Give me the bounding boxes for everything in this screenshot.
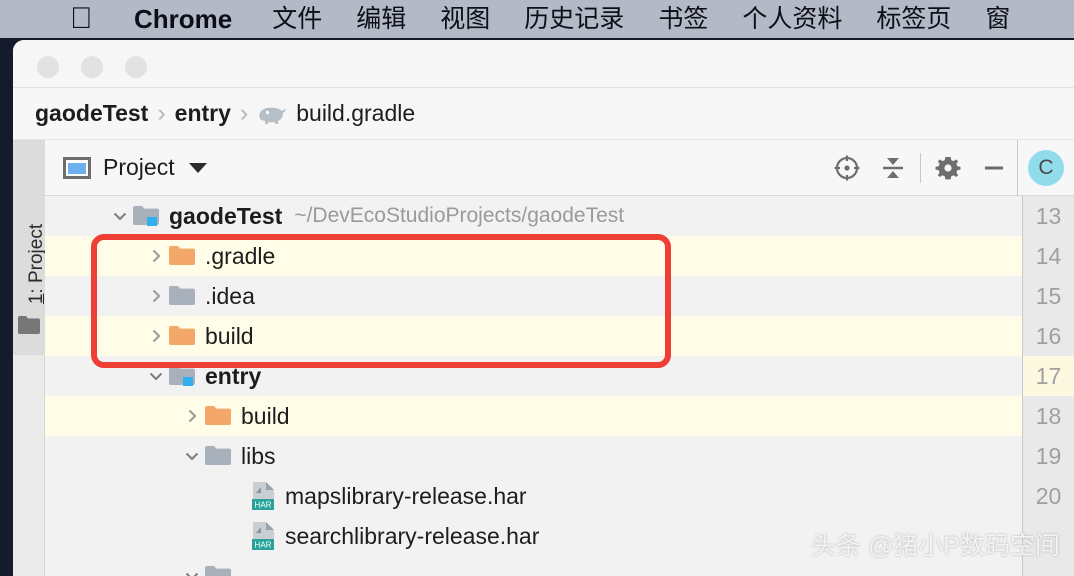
chevron-collapsed-icon[interactable] xyxy=(143,327,169,345)
menu-item-bookmarks[interactable]: 书签 xyxy=(658,0,708,38)
tree-row-path-hint: ~/DevEcoStudioProjects/gaodeTest xyxy=(294,204,625,227)
breadcrumb-item-file[interactable]: build.gradle xyxy=(296,100,415,127)
line-number-current: 17 xyxy=(1023,356,1074,396)
tree-row-label: build xyxy=(241,402,290,429)
settings-gear-icon[interactable] xyxy=(925,140,971,196)
menu-item-profiles[interactable]: 个人资料 xyxy=(742,0,842,38)
tree-row-entry[interactable]: entry xyxy=(45,356,1074,396)
apple-logo-icon[interactable]:  xyxy=(70,2,93,36)
folder-icon xyxy=(205,565,231,576)
line-number: 15 xyxy=(1035,282,1062,309)
tree-row-searchlibrary-har[interactable]: HAR searchlibrary-release.har xyxy=(45,516,1074,556)
tree-row-label: searchlibrary-release.har xyxy=(285,522,540,549)
project-panel: Project C gaodeTest ~/DevEcoStudioProjec… xyxy=(45,140,1074,576)
excluded-folder-icon xyxy=(169,245,195,267)
project-panel-title: Project xyxy=(103,154,175,180)
tree-row-gaodetest[interactable]: gaodeTest ~/DevEcoStudioProjects/gaodeTe… xyxy=(45,196,1074,236)
chevron-expanded-icon[interactable] xyxy=(179,567,205,576)
tree-row-dot-idea[interactable]: .idea xyxy=(45,276,1074,316)
tree-row-label: gaodeTest xyxy=(169,202,283,229)
avatar[interactable]: C xyxy=(1028,150,1064,186)
tree-row-label: .idea xyxy=(205,282,255,309)
tree-row-label: mapslibrary-release.har xyxy=(285,482,527,509)
project-view-selector[interactable]: Project xyxy=(45,154,207,181)
line-number: 19 xyxy=(1035,442,1062,469)
left-tool-strip: 1: Project xyxy=(13,140,47,576)
line-number: 18 xyxy=(1035,402,1062,429)
chevron-down-icon[interactable] xyxy=(188,162,207,173)
line-number: 14 xyxy=(1035,242,1062,269)
folder-icon xyxy=(169,285,195,307)
folder-icon xyxy=(205,445,231,467)
project-tree: gaodeTest ~/DevEcoStudioProjects/gaodeTe… xyxy=(45,196,1074,576)
line-number: 20 xyxy=(1035,482,1062,509)
module-folder-icon xyxy=(169,365,195,387)
menu-item-tabs[interactable]: 标签页 xyxy=(876,0,951,38)
module-folder-icon xyxy=(133,205,159,227)
panel-toolbar-actions: C xyxy=(824,140,1074,196)
tree-row-label: .gradle xyxy=(205,242,276,269)
tree-row-dot-gradle[interactable]: .gradle xyxy=(45,236,1074,276)
maximize-window-button[interactable] xyxy=(125,56,147,78)
menu-item-edit[interactable]: 编辑 xyxy=(356,0,406,38)
chevron-expanded-icon[interactable] xyxy=(107,207,133,225)
chevron-expanded-icon[interactable] xyxy=(143,367,169,385)
hide-panel-icon[interactable] xyxy=(971,140,1017,196)
chevron-collapsed-icon[interactable] xyxy=(143,287,169,305)
tree-row-label: build xyxy=(205,322,254,349)
window-title-bar xyxy=(13,40,1074,88)
collapse-all-icon[interactable] xyxy=(870,140,916,196)
macos-menu-bar:  Chrome 文件 编辑 视图 历史记录 书签 个人资料 标签页 窗 xyxy=(0,0,1074,38)
project-view-icon xyxy=(63,156,91,179)
line-number: 13 xyxy=(1035,202,1062,229)
folder-icon[interactable] xyxy=(18,316,40,339)
window-body: 1: Project Project C gaodeTest ~/DevEcoS… xyxy=(13,140,1074,576)
tree-row-libs[interactable]: libs xyxy=(45,436,1074,476)
ide-window: gaodeTest › entry › build.gradle 1: Proj… xyxy=(13,40,1074,576)
editor-gutter: 13 14 15 16 17 18 19 20 xyxy=(1022,196,1074,576)
chevron-collapsed-icon[interactable] xyxy=(143,247,169,265)
menu-item-chrome[interactable]: Chrome xyxy=(134,0,232,38)
toolbar-gutter-separator xyxy=(1017,140,1018,196)
menu-item-history[interactable]: 历史记录 xyxy=(524,0,624,38)
breadcrumb-item-project[interactable]: gaodeTest xyxy=(35,100,148,127)
breadcrumb-separator-1: › xyxy=(157,99,166,127)
svg-text:HAR: HAR xyxy=(255,501,272,510)
close-window-button[interactable] xyxy=(37,56,59,78)
excluded-folder-icon xyxy=(205,405,231,427)
har-file-icon: HAR xyxy=(251,521,277,551)
select-opened-file-icon[interactable] xyxy=(824,140,870,196)
har-file-icon: HAR xyxy=(251,481,277,511)
breadcrumb-separator-2: › xyxy=(239,99,249,127)
breadcrumb-item-module[interactable]: entry xyxy=(175,100,231,127)
chevron-collapsed-icon[interactable] xyxy=(179,407,205,425)
menu-item-view[interactable]: 视图 xyxy=(440,0,490,38)
minimize-window-button[interactable] xyxy=(81,56,103,78)
excluded-folder-icon xyxy=(169,325,195,347)
tree-row-partial[interactable] xyxy=(45,556,1074,576)
toolbar-divider xyxy=(920,153,921,183)
project-panel-toolbar: Project C xyxy=(45,140,1074,196)
chevron-expanded-icon[interactable] xyxy=(179,447,205,465)
breadcrumb: gaodeTest › entry › build.gradle xyxy=(13,88,1074,140)
tree-row-label: libs xyxy=(241,442,276,469)
tree-row-mapslibrary-har[interactable]: HAR mapslibrary-release.har xyxy=(45,476,1074,516)
menu-item-window[interactable]: 窗 xyxy=(985,0,1010,38)
tree-row-build-root[interactable]: build xyxy=(45,316,1074,356)
tree-row-entry-build[interactable]: build xyxy=(45,396,1074,436)
line-number: 16 xyxy=(1035,322,1062,349)
menu-item-file[interactable]: 文件 xyxy=(272,0,322,38)
svg-text:HAR: HAR xyxy=(255,541,272,550)
gradle-elephant-icon xyxy=(257,103,287,125)
tree-row-label: entry xyxy=(205,362,262,389)
